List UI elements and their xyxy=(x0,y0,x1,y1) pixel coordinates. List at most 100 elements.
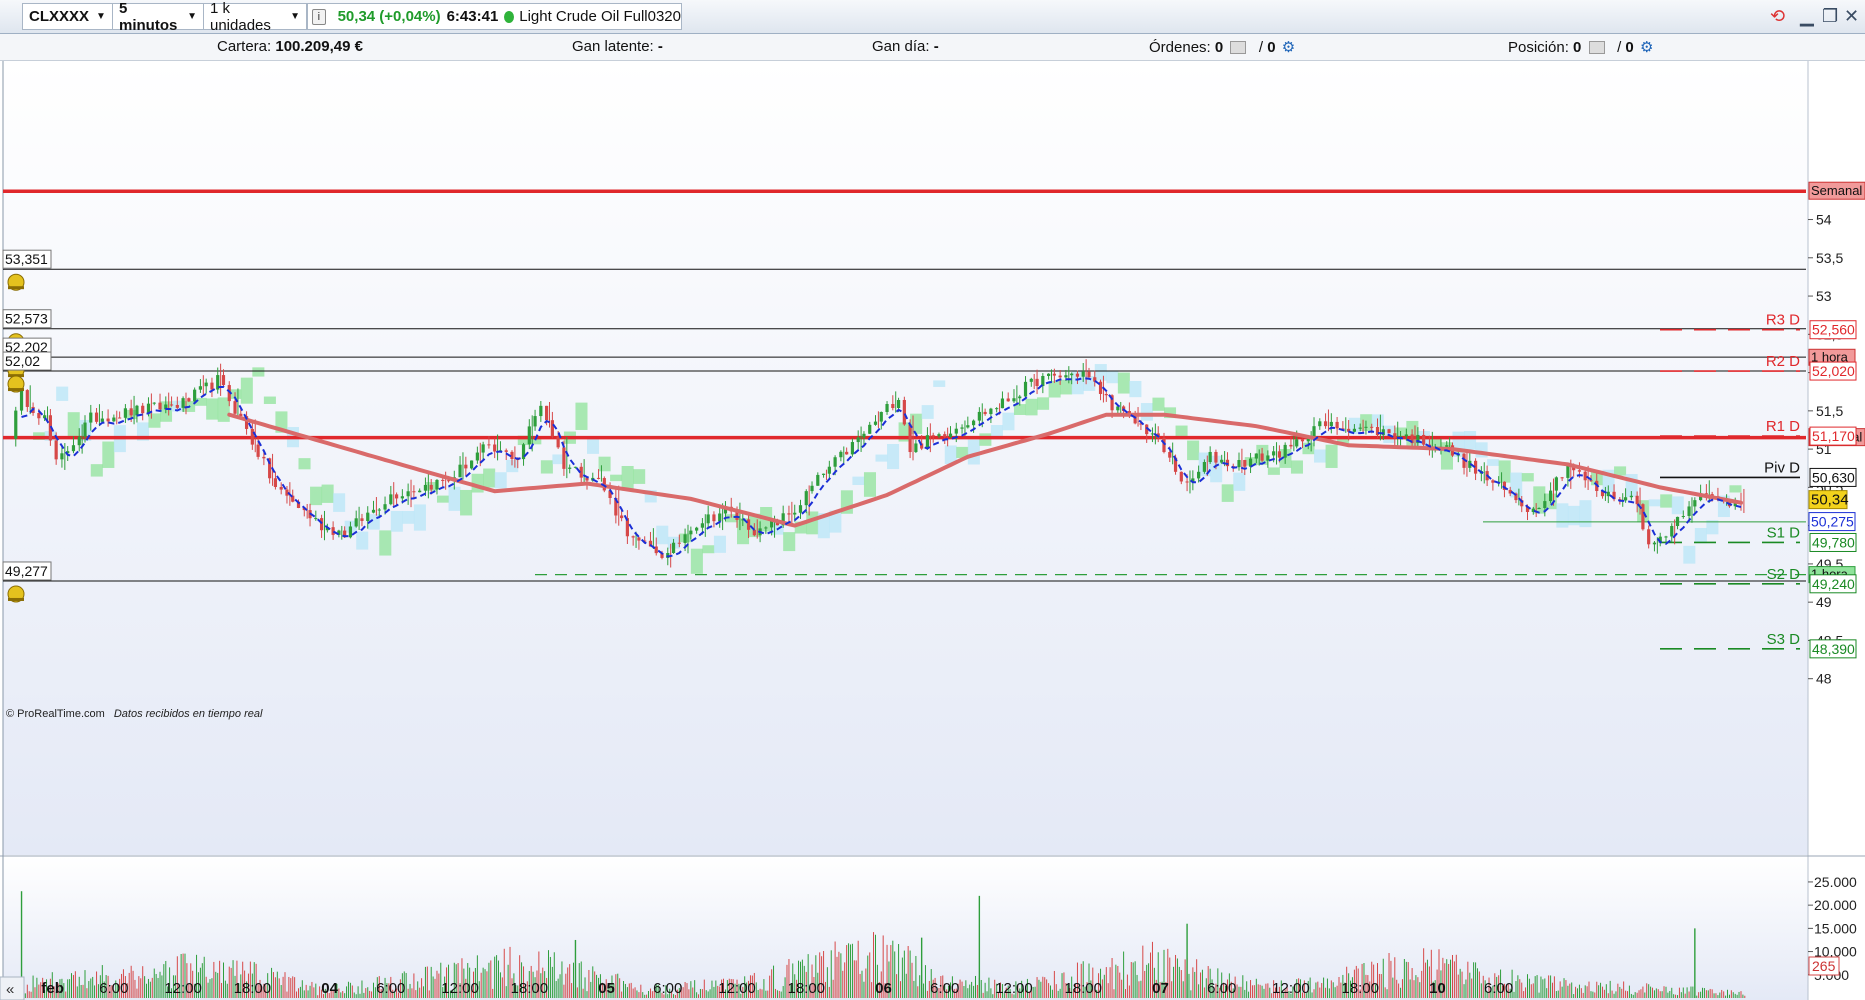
candle-body xyxy=(135,405,139,416)
time-tick-label: 6:00 xyxy=(99,980,128,997)
cartera: Cartera: 100.209,49 € xyxy=(217,38,363,55)
cloud-segment xyxy=(1464,431,1477,450)
candle-body xyxy=(418,490,422,493)
time-tick-label: 18:00 xyxy=(1341,980,1379,997)
timeframe-selector[interactable]: 5 minutos ▼ xyxy=(112,0,204,34)
candle-body xyxy=(1277,451,1281,458)
candle-body xyxy=(1624,497,1628,501)
cloud-segment xyxy=(1094,364,1107,381)
cloud-segment xyxy=(1614,466,1627,476)
candle-body xyxy=(123,408,127,418)
candle-body xyxy=(839,451,843,458)
cloud-segment xyxy=(702,545,715,554)
candle-body xyxy=(1687,506,1691,516)
info-icon[interactable]: i xyxy=(312,8,326,25)
cloud-segment xyxy=(1221,484,1234,502)
cloud-segment xyxy=(1060,379,1073,395)
candle-body xyxy=(637,537,641,541)
orders-icon[interactable] xyxy=(1230,41,1247,54)
candle-body xyxy=(314,518,318,520)
candle-body xyxy=(793,512,797,515)
price-tick-label: 48 xyxy=(1816,671,1832,687)
cloud-segment xyxy=(713,535,726,553)
candle-body xyxy=(1150,433,1155,435)
candle-body xyxy=(1064,375,1068,378)
candle-body xyxy=(193,389,197,402)
candle-body xyxy=(1629,495,1633,498)
time-tick-label: 6:00 xyxy=(1207,980,1236,997)
candle-body xyxy=(1295,439,1299,447)
candle-body xyxy=(983,411,987,415)
candle-body xyxy=(712,514,716,522)
gear-icon[interactable]: ⚙ xyxy=(1282,39,1295,56)
candle-body xyxy=(1675,516,1680,527)
candle-body xyxy=(1012,398,1016,402)
candle-body xyxy=(118,417,122,419)
candle-body xyxy=(545,405,549,421)
alert-price-label: 52,02 xyxy=(5,353,40,369)
candle-body xyxy=(1554,477,1558,491)
sync-icon[interactable]: ⟲ xyxy=(1770,6,1785,27)
posicion-count-a: 0 xyxy=(1573,39,1582,56)
candle-body xyxy=(1202,462,1206,472)
candle-body xyxy=(764,527,768,529)
candle-body xyxy=(1254,453,1258,459)
candle-body xyxy=(1029,378,1033,382)
time-tick-label: 18:00 xyxy=(1064,980,1102,997)
time-tick-label: 18:00 xyxy=(234,980,272,997)
candle-body xyxy=(1058,375,1062,378)
time-tick-label: feb xyxy=(41,980,64,997)
pivot-price-label: 52,020 xyxy=(1812,363,1855,379)
pivot-price-label: 49,240 xyxy=(1812,576,1855,592)
candle-body xyxy=(389,494,393,505)
cloud-segment xyxy=(1671,496,1684,515)
cloud-segment xyxy=(1706,520,1719,535)
candle-body xyxy=(827,466,831,474)
candle-body xyxy=(112,417,116,422)
toolbar: CLXXXX ▼ 5 minutos ▼ 1 k unidades ▼ i 50… xyxy=(0,0,1865,34)
candle-body xyxy=(850,442,855,455)
candle-body xyxy=(1560,477,1564,479)
price-chart[interactable]: 5453,55352,55251,55150,55049,54948,54825… xyxy=(0,61,1865,1000)
candle-body xyxy=(1000,398,1005,409)
candle-body xyxy=(856,437,860,443)
candle-body xyxy=(1404,434,1408,437)
gear-icon[interactable]: ⚙ xyxy=(1640,39,1653,56)
cloud-segment xyxy=(356,531,369,550)
candle-body xyxy=(1323,421,1328,427)
gan-dia-value: - xyxy=(933,38,939,55)
candle-body xyxy=(966,425,970,428)
bell-icon-base xyxy=(8,388,24,392)
time-tick-label: 06 xyxy=(875,980,892,997)
candle-body xyxy=(700,523,704,528)
time-tick-label: 6:00 xyxy=(1484,980,1513,997)
candle-body xyxy=(366,512,370,521)
positions-icon[interactable] xyxy=(1588,41,1605,54)
candle-body xyxy=(37,413,41,419)
candle-body xyxy=(1070,373,1074,376)
candle-body xyxy=(914,443,918,453)
candle-body xyxy=(845,451,849,455)
candle-body xyxy=(943,434,947,437)
cloud-segment xyxy=(1487,459,1500,466)
candle-body xyxy=(931,435,935,437)
cloud-segment xyxy=(587,437,600,454)
candle-body xyxy=(1081,371,1085,377)
chevron-down-icon: ▼ xyxy=(187,11,197,22)
minimize-icon[interactable]: ▁ xyxy=(1800,6,1814,27)
candle-body xyxy=(868,424,872,434)
instrument-name: Light Crude Oil Full0320 xyxy=(519,8,681,25)
candle-body xyxy=(1208,451,1212,463)
time-tick-label: 6:00 xyxy=(653,980,682,997)
symbol-selector[interactable]: CLXXXX ▼ xyxy=(22,3,113,30)
candle-body xyxy=(1358,427,1362,429)
cloud-segment xyxy=(1117,372,1130,394)
time-tick-label: 12:00 xyxy=(995,980,1033,997)
cloud-segment xyxy=(67,412,80,438)
cloud-segment xyxy=(321,484,334,503)
candle-body xyxy=(481,444,485,453)
restore-icon[interactable]: ❐ xyxy=(1822,6,1838,27)
close-icon[interactable]: ✕ xyxy=(1844,6,1859,27)
cloud-segment xyxy=(436,495,450,503)
units-selector[interactable]: 1 k unidades ▼ xyxy=(203,0,307,34)
